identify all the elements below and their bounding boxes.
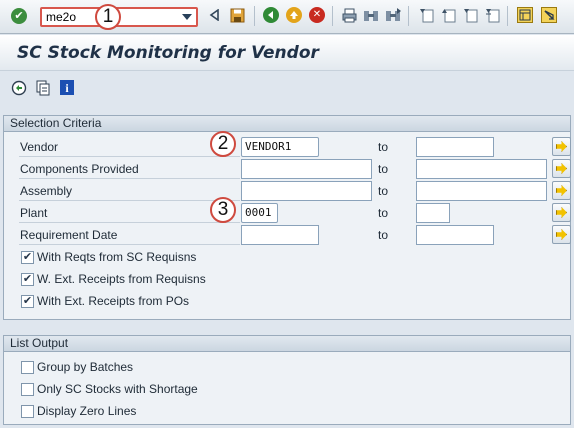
cancel-icon[interactable]: ✕	[309, 7, 325, 23]
plant-to-label: to	[378, 206, 389, 220]
toolbar-separator	[408, 6, 409, 26]
requirement-date-to-label: to	[378, 228, 389, 242]
find-icon[interactable]	[363, 7, 379, 23]
checkbox-mark[interactable]	[21, 360, 34, 374]
execute-icon[interactable]	[11, 80, 27, 96]
checkbox-group-by-batches[interactable]: Group by Batches	[21, 360, 133, 374]
requirement-date-multiple-selection-button[interactable]	[552, 225, 571, 244]
components-provided-label: Components Provided	[19, 160, 240, 179]
components-from-input[interactable]	[241, 159, 372, 179]
exit-icon[interactable]	[286, 7, 302, 23]
components-to-input[interactable]	[416, 159, 547, 179]
annotation-number: 3	[217, 199, 229, 220]
assembly-label: Assembly	[19, 182, 240, 201]
components-to-label: to	[378, 162, 389, 176]
plant-to-input[interactable]	[416, 203, 450, 223]
previous-page-icon[interactable]	[440, 7, 456, 23]
vendor-multiple-selection-button[interactable]	[552, 137, 571, 156]
last-page-icon[interactable]	[484, 7, 500, 23]
plant-from-input[interactable]: 0001	[241, 203, 278, 223]
application-toolbar: i	[0, 72, 574, 104]
print-icon[interactable]	[341, 7, 357, 23]
checkbox-label: Display Zero Lines	[37, 404, 137, 418]
checkbox-mark[interactable]: ✔	[21, 294, 34, 308]
toolbar-separator	[254, 6, 255, 26]
checkbox-label: With Reqts from SC Requisns	[37, 250, 197, 264]
checkbox-display-zero-lines[interactable]: Display Zero Lines	[21, 404, 136, 418]
annotation-badge-2: 2	[210, 131, 236, 157]
system-toolbar: ✔ me2o 1 ✕	[0, 0, 574, 34]
checkbox-mark[interactable]	[21, 404, 34, 418]
command-field-value[interactable]: me2o	[46, 10, 76, 24]
checkbox-only-sc-shortage[interactable]: Only SC Stocks with Shortage	[21, 382, 198, 396]
checkbox-label: Only SC Stocks with Shortage	[37, 382, 198, 396]
arrow-right-icon	[556, 185, 567, 196]
chevron-down-icon[interactable]	[182, 14, 192, 20]
requirement-date-label: Requirement Date	[19, 226, 240, 245]
assembly-multiple-selection-button[interactable]	[552, 181, 571, 200]
customize-layout-icon[interactable]	[517, 7, 533, 23]
first-page-icon[interactable]	[418, 7, 434, 23]
check-icon[interactable]: ✔	[11, 8, 27, 24]
find-next-icon[interactable]	[385, 7, 401, 23]
vendor-from-input[interactable]: VENDOR1	[241, 137, 319, 157]
back-triangle-icon[interactable]	[206, 7, 222, 23]
assembly-to-input[interactable]	[416, 181, 547, 201]
checkbox-ext-receipts-requisns[interactable]: ✔ W. Ext. Receipts from Requisns	[21, 272, 206, 286]
assembly-to-label: to	[378, 184, 389, 198]
checkbox-label: W. Ext. Receipts from Requisns	[37, 272, 206, 286]
annotation-number: 2	[217, 133, 229, 154]
page-title: SC Stock Monitoring for Vendor	[17, 43, 319, 63]
vendor-label: Vendor	[19, 138, 240, 157]
toolbar-separator	[507, 6, 508, 26]
annotation-badge-1: 1	[95, 4, 121, 30]
group-header: List Output	[4, 336, 570, 352]
green-back-icon[interactable]	[263, 7, 279, 23]
checkbox-mark[interactable]: ✔	[21, 250, 34, 264]
arrow-right-icon	[556, 229, 567, 240]
toolbar-separator	[332, 6, 333, 26]
checkbox-sc-requisns[interactable]: ✔ With Reqts from SC Requisns	[21, 250, 196, 264]
list-output-group: List Output Group by Batches Only SC Sto…	[3, 335, 571, 425]
save-icon[interactable]	[229, 7, 245, 23]
selection-criteria-group: Selection Criteria Vendor VENDOR1 to Com…	[3, 115, 571, 320]
checkbox-label: With Ext. Receipts from POs	[37, 294, 190, 308]
get-variant-icon[interactable]	[35, 80, 51, 96]
vendor-to-input[interactable]	[416, 137, 494, 157]
arrow-right-icon	[556, 141, 567, 152]
requirement-date-from-input[interactable]	[241, 225, 319, 245]
assembly-from-input[interactable]	[241, 181, 372, 201]
checkbox-label: Group by Batches	[37, 360, 134, 374]
next-page-icon[interactable]	[462, 7, 478, 23]
annotation-badge-3: 3	[210, 197, 236, 223]
checkbox-mark[interactable]: ✔	[21, 272, 34, 286]
group-header: Selection Criteria	[4, 116, 570, 132]
annotation-number: 1	[102, 6, 114, 27]
info-icon[interactable]: i	[60, 80, 74, 95]
checkbox-ext-receipts-pos[interactable]: ✔ With Ext. Receipts from POs	[21, 294, 189, 308]
plant-label: Plant	[19, 204, 240, 223]
title-bar: SC Stock Monitoring for Vendor	[0, 35, 574, 71]
arrow-right-icon	[556, 163, 567, 174]
components-multiple-selection-button[interactable]	[552, 159, 571, 178]
plant-multiple-selection-button[interactable]	[552, 203, 571, 222]
checkbox-mark[interactable]	[21, 382, 34, 396]
help-icon[interactable]	[541, 7, 557, 23]
vendor-to-label: to	[378, 140, 389, 154]
arrow-right-icon	[556, 207, 567, 218]
requirement-date-to-input[interactable]	[416, 225, 494, 245]
